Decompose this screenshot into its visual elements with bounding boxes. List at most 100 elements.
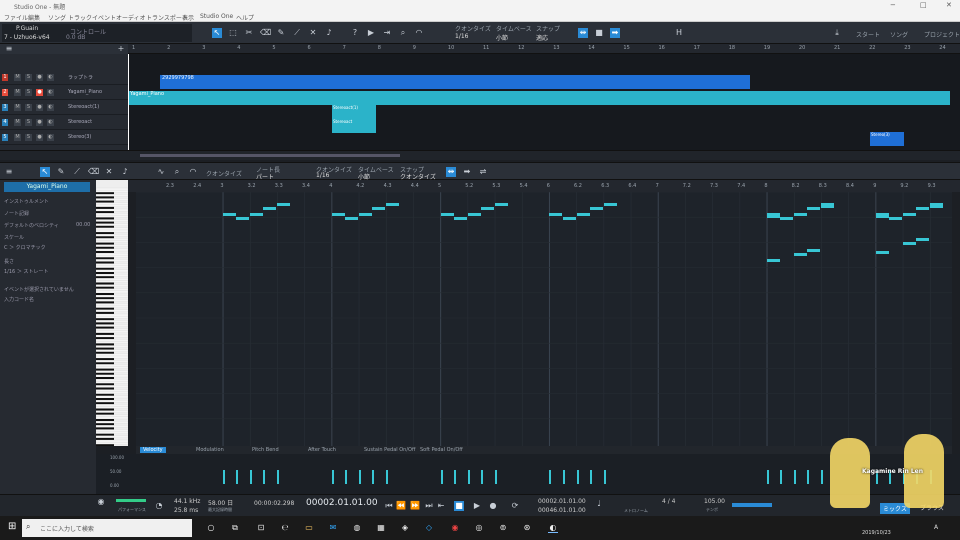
piano-white-key[interactable] — [95, 223, 129, 226]
track-name[interactable]: Stereoact — [68, 119, 92, 125]
piano-white-key[interactable] — [95, 194, 129, 197]
cortana-icon[interactable]: ○ — [206, 523, 216, 533]
record-arm-button[interactable]: ● — [36, 134, 43, 141]
piano-black-key[interactable] — [96, 272, 114, 275]
track-row[interactable]: 3 M S ● ◐ Stereoact(1) — [0, 100, 128, 115]
track-name[interactable]: Yagami_Piano — [68, 89, 102, 95]
piano-black-key[interactable] — [96, 282, 114, 285]
store-icon[interactable]: ⊡ — [256, 523, 266, 533]
range-tool-icon[interactable]: ⬚ — [228, 28, 238, 38]
midi-note[interactable] — [930, 204, 944, 208]
piano-white-key[interactable] — [95, 213, 129, 216]
piano-white-key[interactable] — [95, 416, 129, 420]
piano-black-key[interactable] — [96, 368, 114, 371]
close-icon[interactable]: ✕ — [946, 1, 952, 9]
editor-follow-icon[interactable]: ➡ — [462, 167, 472, 177]
piano-white-key[interactable] — [95, 439, 129, 443]
piano-black-key[interactable] — [96, 398, 114, 401]
midi-note[interactable] — [794, 213, 808, 216]
piano-white-key[interactable] — [95, 389, 129, 392]
fast-forward-icon[interactable]: ⏩ — [410, 501, 420, 511]
velocity-bar[interactable] — [794, 470, 797, 484]
editor-eraser-icon[interactable]: ⌫ — [88, 167, 99, 177]
midi-note[interactable] — [903, 213, 917, 216]
piano-white-key[interactable] — [95, 435, 129, 439]
midi-note[interactable] — [807, 206, 821, 210]
velocity-bar[interactable] — [467, 470, 470, 484]
edge-icon[interactable]: ℮ — [280, 523, 290, 533]
midi-note[interactable] — [875, 215, 889, 219]
position-display[interactable]: 00002.01.01.00 — [306, 498, 378, 508]
project-button[interactable]: プロジェクト — [924, 30, 960, 39]
tempo-value[interactable]: 105.00 — [704, 498, 725, 505]
velocity-bar[interactable] — [263, 470, 266, 484]
piano-white-key[interactable] — [95, 349, 129, 352]
velocity-bar[interactable] — [440, 470, 443, 484]
piano-white-key[interactable] — [95, 187, 129, 191]
menu-event[interactable]: イベント — [92, 13, 116, 22]
midi-note[interactable] — [263, 206, 277, 210]
piano-white-key[interactable] — [95, 395, 129, 399]
time-signature[interactable]: 4 / 4 — [662, 498, 675, 505]
piano-black-key[interactable] — [96, 297, 114, 300]
piano-black-key[interactable] — [96, 433, 114, 436]
editor-q-select[interactable]: 1/16 — [316, 172, 329, 179]
inspector-note-rec[interactable]: ノート記録 — [4, 210, 29, 217]
velocity-bar[interactable] — [903, 470, 905, 484]
solo-button[interactable]: S — [25, 74, 32, 81]
piano-black-key[interactable] — [96, 347, 114, 350]
midi-note[interactable] — [603, 202, 617, 206]
inspector-length-select[interactable]: 1/16 ＞ ストレート — [4, 268, 48, 275]
piano-white-key[interactable] — [95, 299, 129, 302]
midi-note[interactable] — [576, 213, 590, 216]
piano-black-key[interactable] — [96, 343, 114, 346]
monitor-button[interactable]: ◐ — [47, 74, 54, 81]
menu-icon[interactable]: ≡ — [4, 44, 14, 54]
monitor-button[interactable]: ◐ — [47, 89, 54, 96]
midi-note[interactable] — [916, 238, 930, 242]
piano-black-key[interactable] — [96, 387, 114, 390]
editor-snap-icon[interactable]: ⇹ — [446, 167, 456, 177]
controller-tab[interactable]: Modulation — [196, 447, 224, 453]
piano-black-key[interactable] — [96, 372, 114, 375]
piano-black-key[interactable] — [96, 196, 114, 199]
loop-icon[interactable]: ⟳ — [510, 501, 520, 511]
forward-end-icon[interactable]: ⏭ — [424, 501, 434, 511]
arrange-view[interactable]: 2929979798 Yagami_Piano Stereoact(1) Ste… — [128, 54, 960, 150]
piano-white-key[interactable] — [95, 234, 129, 237]
studioone-taskbar-icon[interactable]: ◐ — [548, 523, 558, 533]
piano-white-key[interactable] — [95, 355, 129, 359]
menu-view[interactable]: 表示 — [182, 13, 194, 22]
velocity-bar[interactable] — [372, 470, 375, 484]
velocity-bar[interactable] — [603, 470, 606, 484]
bend-tool-icon[interactable]: ⟋ — [292, 28, 302, 38]
dropbox-icon[interactable]: ◇ — [424, 523, 434, 533]
velocity-bar[interactable] — [930, 470, 933, 484]
midi-note[interactable] — [344, 217, 358, 221]
piano-white-key[interactable] — [95, 252, 129, 256]
midi-note[interactable] — [372, 206, 386, 210]
midi-note[interactable] — [767, 215, 781, 219]
arrange-ruler[interactable]: 1 2 3 4 5 6 7 8 9 10 11 12 13 14 15 16 17 18 19 20 21 22 23 24 — [128, 44, 960, 54]
piano-white-key[interactable] — [95, 353, 129, 357]
piano-white-key[interactable] — [95, 303, 129, 306]
velocity-bar[interactable] — [331, 470, 334, 484]
piano-white-key[interactable] — [95, 265, 129, 268]
piano-white-key[interactable] — [95, 400, 129, 403]
piano-black-key[interactable] — [96, 383, 114, 386]
velocity-bar[interactable] — [807, 470, 810, 484]
track-name[interactable]: ラップトラ — [68, 74, 93, 81]
velocity-bar[interactable] — [549, 470, 552, 484]
solo-button[interactable]: S — [25, 104, 32, 111]
controller-tab[interactable]: Pitch Bend — [252, 447, 279, 453]
midi-note[interactable] — [589, 206, 603, 210]
piano-black-key[interactable] — [96, 236, 114, 239]
monitor-button[interactable]: ◐ — [47, 104, 54, 111]
track-row[interactable]: 1 M S ● ◐ ラップトラ — [0, 70, 128, 85]
editor-arrow-icon[interactable]: ↖ — [40, 167, 50, 177]
velocity-bar[interactable] — [453, 470, 456, 484]
piano-white-key[interactable] — [95, 330, 129, 334]
download-icon[interactable]: ⤓ — [832, 28, 842, 38]
listen-tool-icon[interactable]: ♪ — [324, 28, 334, 38]
menu-track[interactable]: トラック — [68, 13, 92, 22]
